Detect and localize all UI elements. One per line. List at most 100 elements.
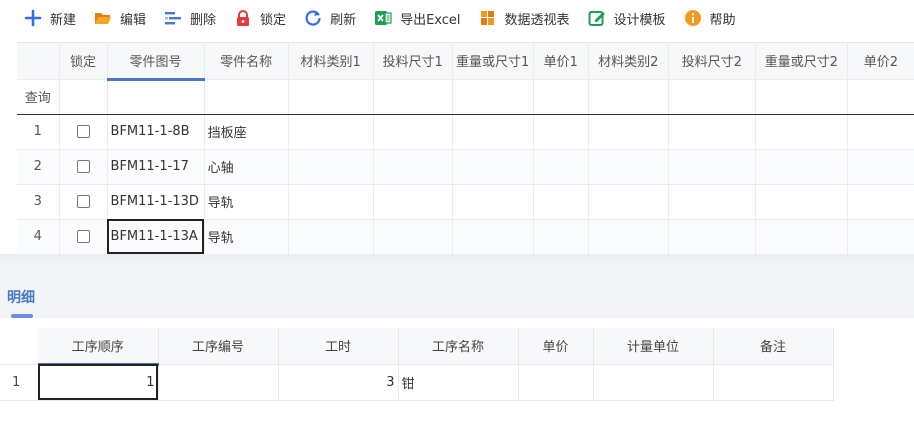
part-no-cell[interactable]: BFM11-1-8B [107, 114, 205, 150]
grid-cell[interactable] [373, 184, 453, 220]
grid-cell[interactable] [755, 184, 848, 220]
grid-cell[interactable] [288, 114, 374, 150]
new-button[interactable]: 新建 [24, 6, 76, 30]
grid-cell[interactable] [668, 219, 756, 254]
filter-cell[interactable] [204, 79, 289, 115]
filter-cell[interactable] [373, 79, 453, 115]
help-button[interactable]: 帮助 [684, 6, 736, 30]
grid-cell[interactable] [588, 114, 669, 150]
part-name-cell[interactable]: 导轨 [204, 184, 289, 220]
table-row[interactable]: 1 BFM11-1-8B 挡板座 [17, 114, 914, 150]
delete-button[interactable]: 删除 [164, 6, 216, 30]
grid-cell[interactable] [533, 184, 589, 220]
design-template-button[interactable]: 设计模板 [588, 6, 666, 30]
grid-cell[interactable] [588, 149, 669, 185]
filter-cell[interactable] [452, 79, 534, 115]
grid-cell[interactable] [668, 149, 756, 185]
lock-checkbox[interactable] [76, 195, 90, 208]
filter-cell[interactable] [533, 79, 589, 115]
column-header-weight-size-2[interactable]: 重量或尺寸2 [755, 43, 848, 80]
grid-cell[interactable] [755, 114, 848, 150]
part-name-cell[interactable]: 导轨 [204, 219, 289, 254]
unit-price-cell[interactable] [518, 364, 594, 401]
grid-cell[interactable] [452, 149, 534, 185]
column-header-remark[interactable]: 备注 [713, 328, 834, 365]
lock-checkbox[interactable] [76, 125, 90, 138]
grid-cell[interactable] [373, 114, 453, 150]
column-header-feed-size-2[interactable]: 投料尺寸2 [668, 43, 756, 80]
grid-cell[interactable] [847, 114, 914, 150]
column-header-unit-price-1[interactable]: 单价1 [533, 43, 589, 80]
grid-cell[interactable] [373, 149, 453, 185]
column-header-material-type-1[interactable]: 材料类别1 [288, 43, 374, 80]
filter-cell[interactable] [59, 79, 108, 115]
lock-checkbox[interactable] [76, 160, 90, 173]
unit-of-measure-cell[interactable] [593, 364, 714, 401]
grid-cell[interactable] [588, 184, 669, 220]
edit-button[interactable]: 编辑 [94, 6, 146, 30]
lock-cell[interactable] [59, 114, 108, 150]
table-row[interactable]: 1 1 3 钳 [0, 364, 834, 401]
column-header-unit-price-2[interactable]: 单价2 [847, 43, 914, 80]
grid-cell[interactable] [452, 184, 534, 220]
column-header-lock[interactable]: 锁定 [59, 43, 108, 80]
filter-cell[interactable] [668, 79, 756, 115]
column-header-material-type-2[interactable]: 材料类别2 [588, 43, 669, 80]
column-header-feed-size-1[interactable]: 投料尺寸1 [373, 43, 453, 80]
grid-cell[interactable] [533, 219, 589, 254]
column-header-process-name[interactable]: 工序名称 [398, 328, 519, 365]
part-no-cell[interactable]: BFM11-1-17 [107, 149, 205, 185]
process-order-cell-selected[interactable]: 1 [38, 364, 159, 401]
lock-button[interactable]: 锁定 [234, 6, 286, 30]
grid-cell[interactable] [288, 149, 374, 185]
grid-cell[interactable] [668, 114, 756, 150]
column-header-process-order[interactable]: 工序顺序 [38, 328, 159, 366]
filter-cell[interactable] [847, 79, 914, 115]
grid-cell[interactable] [847, 184, 914, 220]
column-header-unit-price[interactable]: 单价 [518, 328, 594, 365]
grid-cell[interactable] [373, 219, 453, 254]
lock-cell[interactable] [59, 219, 108, 254]
grid-cell[interactable] [847, 219, 914, 254]
pivot-table-button[interactable]: 数据透视表 [479, 6, 570, 30]
filter-cell[interactable] [288, 79, 374, 115]
grid-cell[interactable] [847, 149, 914, 185]
lock-checkbox[interactable] [76, 230, 90, 243]
grid-cell[interactable] [452, 114, 534, 150]
table-row[interactable]: 3 BFM11-1-13D 导轨 [17, 184, 914, 220]
filter-cell[interactable] [588, 79, 669, 115]
lock-cell[interactable] [59, 149, 108, 185]
grid-cell[interactable] [755, 149, 848, 185]
column-header-weight-size-1[interactable]: 重量或尺寸1 [452, 43, 534, 80]
grid-cell[interactable] [452, 219, 534, 254]
table-row[interactable]: 2 BFM11-1-17 心轴 [17, 149, 914, 185]
table-row[interactable]: 4 BFM11-1-13A 导轨 [17, 219, 914, 254]
column-header-part-name[interactable]: 零件名称 [204, 43, 289, 80]
column-header-work-hours[interactable]: 工时 [278, 328, 399, 365]
help-button-label: 帮助 [709, 12, 736, 28]
part-no-cell-selected[interactable]: BFM11-1-13A [107, 219, 205, 254]
remark-cell[interactable] [713, 364, 834, 401]
export-excel-button[interactable]: 导出Excel [374, 6, 461, 30]
column-header-process-code[interactable]: 工序编号 [158, 328, 279, 365]
grid-cell[interactable] [533, 114, 589, 150]
process-name-cell[interactable]: 钳 [398, 364, 519, 401]
refresh-button[interactable]: 刷新 [304, 6, 356, 30]
grid-cell[interactable] [588, 219, 669, 254]
part-name-cell[interactable]: 挡板座 [204, 114, 289, 150]
process-code-cell[interactable] [158, 364, 279, 401]
column-header-part-no[interactable]: 零件图号 [107, 43, 205, 81]
part-name-cell[interactable]: 心轴 [204, 149, 289, 185]
filter-cell[interactable] [755, 79, 848, 115]
filter-cell[interactable] [107, 79, 205, 115]
grid-cell[interactable] [288, 219, 374, 254]
grid-cell[interactable] [755, 219, 848, 254]
lock-cell[interactable] [59, 184, 108, 220]
work-hours-cell[interactable]: 3 [278, 364, 399, 401]
grid-cell[interactable] [533, 149, 589, 185]
grid-cell[interactable] [288, 184, 374, 220]
tab-detail[interactable]: 明细 [7, 287, 35, 307]
part-no-cell[interactable]: BFM11-1-13D [107, 184, 205, 220]
grid-cell[interactable] [668, 184, 756, 220]
column-header-unit-of-measure[interactable]: 计量单位 [593, 328, 714, 365]
